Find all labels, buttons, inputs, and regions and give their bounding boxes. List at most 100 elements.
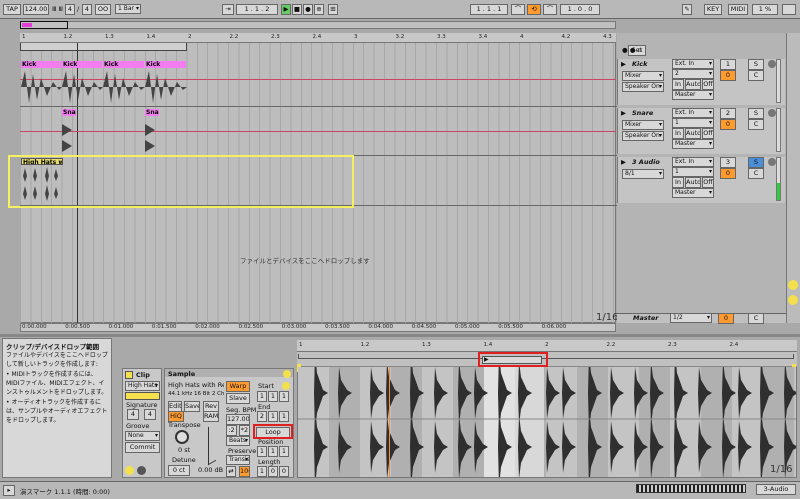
track-volume[interactable]: 0 [720,70,736,81]
seg-bpm-field[interactable]: 127.00 [226,414,250,425]
track-input-sub[interactable]: 1 [672,118,714,128]
track-fold-icon[interactable]: ▶ [621,109,626,117]
track-input-channel[interactable]: Mixer [622,120,664,130]
start-sixteenth[interactable]: 1 [279,391,289,402]
clip-activator-icon[interactable] [125,371,133,379]
tap-button[interactable]: TAP [3,4,21,15]
stop-icon[interactable]: ■ [292,4,302,15]
master-volume[interactable]: 0 [718,313,734,324]
slave-button[interactable]: Slave [226,393,250,404]
track-number[interactable]: 2 [720,108,736,119]
overview-strip[interactable] [20,21,616,29]
monitor-off-button[interactable]: Off [702,79,714,90]
track-arm-icon[interactable] [768,109,776,117]
end-sixteenth[interactable]: 1 [279,411,289,422]
track-volume[interactable]: 0 [720,119,736,130]
arrangement-position[interactable]: 1 . 1 . 2 [236,4,278,15]
monitor-off-button[interactable]: Off [702,177,714,188]
length-sixteenth[interactable]: 0 [279,466,289,477]
track-input-channel[interactable]: Mixer [622,71,664,81]
transpose-knob[interactable] [175,430,189,444]
tempo-field[interactable]: 124.00 [23,4,49,15]
clip-sig-den[interactable]: 4 [144,409,156,420]
track-number[interactable]: 3 [720,157,736,168]
track-volume[interactable]: 0 [720,168,736,179]
monitor-auto-button[interactable]: Auto [685,177,701,188]
track-pan[interactable]: C [748,119,764,130]
clip-panel-toggle-icon[interactable] [125,466,134,475]
record-icon[interactable]: ● [303,4,313,15]
monitor-auto-button[interactable]: Auto [685,79,701,90]
monitor-in-button[interactable]: In [672,177,684,188]
draw-mode-icon[interactable]: ✎ [682,4,692,15]
half-tempo-button[interactable]: :2 [226,425,237,436]
follow-icon[interactable]: ⇥ [222,4,234,15]
track-pan[interactable]: C [748,70,764,81]
track-fold-icon[interactable]: ▶ [621,158,626,166]
monitor-auto-button[interactable]: Auto [685,128,701,139]
track-input-channel[interactable]: 8/1 [622,169,664,179]
loop-switch-icon[interactable]: ⟲ [527,4,541,15]
track-input-type[interactable]: Ext. In [672,157,714,167]
key-map-button[interactable]: KEY [704,4,722,15]
position-bar[interactable]: 1 [257,446,267,457]
clip-panel-toggle2-icon[interactable] [137,466,146,475]
loop-mode-icon[interactable]: ⇄ [226,466,236,477]
sample-save-button[interactable]: Save [184,401,200,412]
kick-clip-3[interactable]: Kick [103,61,144,68]
sig-num-field[interactable]: 4 [65,4,75,15]
track-output[interactable]: Speaker On [622,82,664,92]
midi-map-button[interactable]: MIDI [728,4,748,15]
status-bar-toggle-icon[interactable]: ▸ [3,485,15,496]
solo-button[interactable]: S [748,157,764,168]
zoom-icon[interactable] [788,280,798,290]
track-arm-icon[interactable] [768,60,776,68]
track-output[interactable]: Speaker On [622,131,664,141]
detune-field[interactable]: 0 ct [168,465,190,476]
clip-groove[interactable]: None [125,431,160,441]
track-audio-to[interactable]: Master [672,188,714,198]
track-input-sub[interactable]: 1 [672,167,714,177]
tempo-nudge-icons[interactable]: Ⅲ Ⅲ [52,5,63,13]
monitor-in-button[interactable]: In [672,128,684,139]
loop-brace[interactable] [20,43,187,51]
volume-slider[interactable] [208,422,216,466]
sample-ram-button[interactable]: RAM [203,411,219,422]
master-pan[interactable]: C [748,313,764,324]
automation-icon[interactable]: ⊞ [328,4,338,15]
play-icon[interactable]: ▶ [281,4,291,15]
start-set-icon[interactable] [282,382,290,390]
gain-field[interactable]: 100 [239,466,250,477]
warp-mode-select[interactable]: Beats [226,436,250,446]
warp-button[interactable]: Warp [226,381,250,392]
loop-length-field[interactable]: 1 . 0 . 0 [560,4,600,15]
set-nav-icons[interactable]: ● ● ▫ [622,46,642,54]
end-beat[interactable]: 1 [268,411,278,422]
track-audio-to[interactable]: Master [672,139,714,149]
kick-clip-2[interactable]: Kick [62,61,102,68]
start-beat[interactable]: 1 [268,391,278,402]
end-bar[interactable]: 2 [257,411,267,422]
position-beat[interactable]: 1 [268,446,278,457]
kick-clip-4[interactable]: Kick [145,61,186,68]
track-input-sub[interactable]: 2 [672,69,714,79]
preserve-select[interactable]: Transien [226,455,250,465]
metronome-button[interactable]: OO [95,4,111,15]
length-bar[interactable]: 1 [257,466,267,477]
clip-sig-num[interactable]: 4 [127,409,139,420]
snare-clip-2[interactable]: Sna [145,109,159,116]
length-beat[interactable]: 0 [268,466,278,477]
track-number[interactable]: 1 [720,59,736,70]
clip-name[interactable]: High Hats wi [125,381,160,391]
position-sixteenth[interactable]: 1 [279,446,289,457]
track-arm-icon[interactable] [768,158,776,166]
overview-mini[interactable] [636,484,746,493]
quantize-select[interactable]: 1 Bar [115,4,141,14]
loop-start-field[interactable]: 1 . 1 . 1 [470,4,508,15]
double-tempo-button[interactable]: *2 [239,425,250,436]
solo-button[interactable]: S [748,59,764,70]
sig-den-field[interactable]: 4 [82,4,92,15]
track-input-type[interactable]: Ext. In [672,108,714,118]
kick-clip-1[interactable]: Kick [21,61,61,68]
track-fold-icon[interactable]: ▶ [621,60,626,68]
